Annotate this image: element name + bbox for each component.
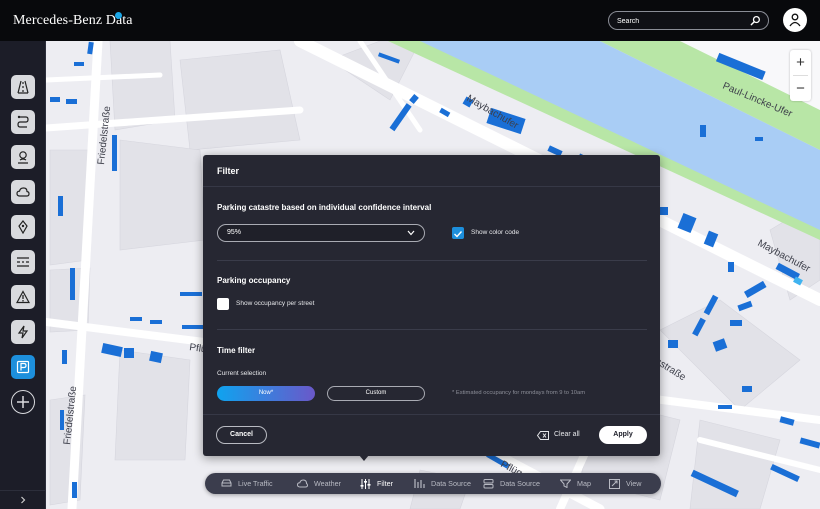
parking-icon <box>16 360 30 374</box>
road-icon <box>17 80 29 94</box>
nav-map[interactable]: Map <box>560 473 591 494</box>
nav-label: View <box>626 479 642 488</box>
lanes-icon <box>17 257 29 267</box>
sidebar-item-road[interactable] <box>11 75 35 99</box>
apply-button[interactable]: Apply <box>599 426 647 444</box>
top-bar: Mercedes-Benz Data <box>0 0 820 41</box>
sidebar-item-lanes[interactable] <box>11 250 35 274</box>
clear-all-label: Clear all <box>554 431 580 438</box>
sidebar-item-warning[interactable] <box>11 285 35 309</box>
custom-button[interactable]: Custom <box>327 386 425 401</box>
nav-live-traffic[interactable]: Live Traffic <box>221 473 273 494</box>
car-icon <box>221 479 232 487</box>
filter-panel-pointer <box>359 455 369 461</box>
divider <box>217 329 647 330</box>
nav-label: Data Source <box>431 479 471 488</box>
zoom-in-button[interactable]: + <box>790 50 811 75</box>
catastre-section-title: Parking catastre based on individual con… <box>217 203 432 212</box>
occupancy-note: * Estimated occupancy for mondays from 9… <box>452 390 586 396</box>
sidebar <box>0 41 46 509</box>
zoom-controls: + − <box>790 50 811 101</box>
nav-data-source-1[interactable]: Data Source <box>414 473 471 494</box>
show-occupancy-label: Show occupancy per street <box>236 300 315 307</box>
person-location-icon <box>18 151 28 164</box>
sidebar-item-person-location[interactable] <box>11 145 35 169</box>
sidebar-item-weather[interactable] <box>11 180 35 204</box>
search-box[interactable] <box>608 11 769 30</box>
divider <box>217 260 647 261</box>
nav-label: Data Source <box>500 479 540 488</box>
user-avatar-button[interactable] <box>783 8 807 32</box>
weather-icon <box>16 187 30 197</box>
chevron-right-icon <box>21 496 26 504</box>
nav-label: Weather <box>314 479 342 488</box>
divider <box>203 186 660 187</box>
show-color-code-label: Show color code <box>471 229 520 236</box>
layers-icon <box>483 478 494 488</box>
sidebar-item-add[interactable] <box>11 390 35 414</box>
checkmark-icon <box>454 231 463 238</box>
search-icon[interactable] <box>750 15 761 26</box>
filter-panel: Filter Parking catastre based on individ… <box>203 155 660 456</box>
clear-icon <box>537 431 549 440</box>
map-icon <box>560 479 571 488</box>
view-icon <box>609 478 620 489</box>
sidebar-item-location-pin[interactable] <box>11 215 35 239</box>
nav-data-source-2[interactable]: Data Source <box>483 473 540 494</box>
nav-label: Filter <box>377 479 393 488</box>
add-icon <box>17 396 29 408</box>
warning-icon <box>16 290 30 304</box>
nav-view[interactable]: View <box>609 473 641 494</box>
brand-star-icon <box>115 12 122 19</box>
zoom-out-button[interactable]: − <box>790 76 811 101</box>
nav-filter[interactable]: Filter <box>360 473 393 494</box>
sidebar-item-parking[interactable] <box>11 355 35 379</box>
sidebar-item-lightning[interactable] <box>11 320 35 344</box>
filter-title: Filter <box>217 166 240 176</box>
cancel-button[interactable]: Cancel <box>216 426 267 444</box>
data-source-icon <box>414 479 425 488</box>
divider <box>203 414 660 415</box>
route-icon <box>17 115 29 128</box>
filter-icon <box>360 478 371 489</box>
user-icon <box>789 13 801 27</box>
confidence-interval-value: 95% <box>227 229 242 236</box>
sidebar-item-route[interactable] <box>11 110 35 134</box>
sidebar-collapse-button[interactable] <box>0 490 46 509</box>
location-pin-icon <box>18 220 28 234</box>
weather-icon <box>297 479 308 488</box>
nav-label: Live Traffic <box>238 479 273 488</box>
time-filter-section-title: Time filter <box>217 346 256 355</box>
current-selection-label: Current selection <box>217 370 267 377</box>
nav-label: Map <box>577 479 591 488</box>
lightning-icon <box>17 325 29 339</box>
occupancy-section-title: Parking occupancy <box>217 276 291 285</box>
show-color-code-checkbox[interactable] <box>452 227 464 239</box>
confidence-interval-select[interactable]: 95% <box>217 224 425 242</box>
chevron-down-icon <box>407 230 415 236</box>
bottom-nav: Live Traffic Weather Filter Data Source … <box>205 473 661 494</box>
nav-weather[interactable]: Weather <box>297 473 341 494</box>
show-occupancy-checkbox[interactable] <box>217 298 229 310</box>
now-button[interactable]: Now* <box>217 386 315 401</box>
search-input[interactable] <box>617 15 747 27</box>
